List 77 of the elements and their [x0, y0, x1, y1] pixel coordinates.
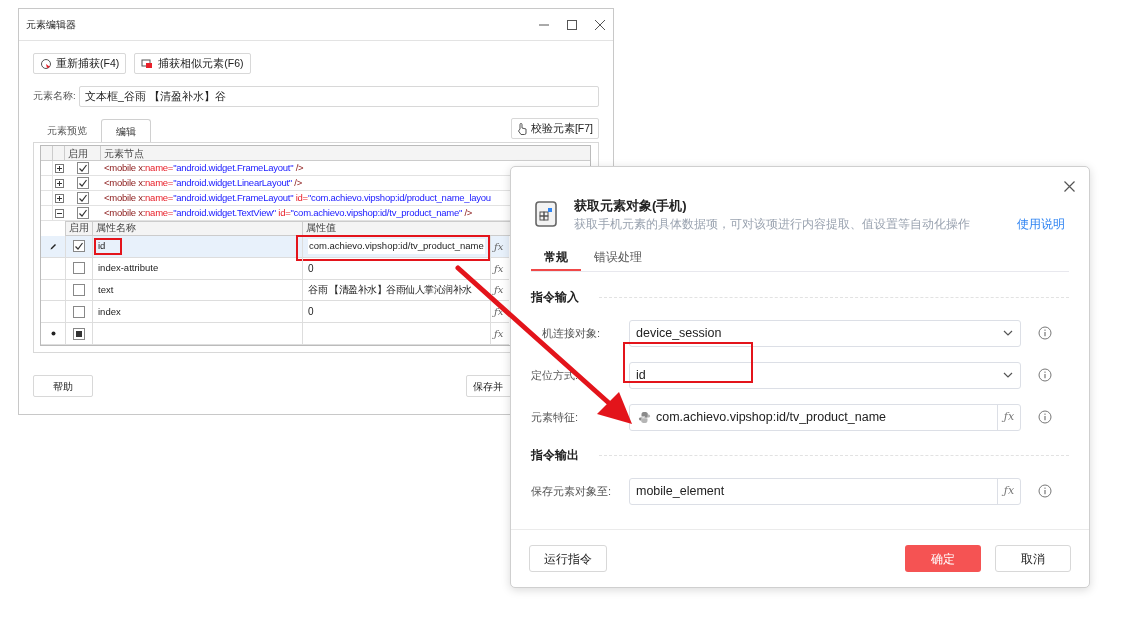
function-button[interactable]: ƒx: [494, 326, 504, 342]
checkbox[interactable]: [73, 262, 85, 275]
code-language-icon: [638, 410, 651, 424]
function-button[interactable]: ƒx: [494, 238, 504, 254]
field-label: 保存元素对象至:: [531, 483, 612, 499]
verify-button[interactable]: 校验元素[F7]: [510, 118, 599, 139]
function-button[interactable]: ƒx: [494, 260, 504, 276]
expand-icon[interactable]: [54, 193, 64, 203]
table-row[interactable]: ƒx: [41, 323, 509, 345]
function-button[interactable]: ƒx: [494, 304, 504, 320]
close-icon[interactable]: [1064, 181, 1075, 192]
cancel-button[interactable]: 取消: [995, 545, 1071, 572]
target-icon: [40, 57, 52, 70]
attribute-name: text: [98, 282, 114, 297]
toolbar-button[interactable]: 捕获相似元素(F6): [134, 53, 251, 74]
node-cell[interactable]: <mobile x:name="android.widget.FrameLayout" />: [101, 160, 304, 176]
checkbox[interactable]: [73, 284, 85, 296]
element-name-field[interactable]: 文本框_谷雨 【清盈补水】谷: [79, 86, 599, 107]
attribute-name: id: [98, 239, 106, 254]
attribute-value[interactable]: com.achievo.vipshop:id/tv_product_name: [308, 239, 485, 254]
column-header: 启用: [65, 146, 101, 160]
pencil-icon: [49, 242, 57, 250]
select-field[interactable]: id: [629, 361, 1021, 389]
function-button[interactable]: ƒx: [494, 282, 504, 298]
section-title: 指令输出: [531, 447, 579, 464]
column-header: 启用: [65, 221, 93, 236]
info-icon[interactable]: [1038, 410, 1052, 424]
close-icon[interactable]: [595, 19, 605, 30]
field-label: 元素特征:: [531, 409, 579, 425]
attribute-name: index: [98, 304, 121, 319]
attribute-value[interactable]: 谷雨 【清盈补水】谷雨仙人掌沁润补水: [308, 282, 472, 298]
tab[interactable]: 编辑: [101, 119, 151, 142]
checkbox[interactable]: [77, 192, 89, 204]
expand-icon[interactable]: [54, 178, 64, 188]
table-row[interactable]: index 0 ƒx: [41, 301, 509, 324]
help-link[interactable]: 使用说明: [1017, 215, 1065, 233]
help-button[interactable]: 帮助: [33, 375, 93, 397]
attribute-value[interactable]: 0: [308, 304, 314, 320]
table-row[interactable]: id com.achievo.vipshop:id/tv_product_name ƒx: [41, 236, 509, 258]
hand-pointer-icon: [516, 122, 528, 135]
checkbox[interactable]: [73, 327, 85, 340]
toolbar-button[interactable]: 重新捕获(F4): [33, 53, 127, 74]
field-label: 机连接对象:: [542, 325, 601, 341]
tab[interactable]: 常规: [531, 245, 581, 271]
attribute-name: index-attribute: [98, 261, 159, 276]
asterisk-icon: [50, 331, 56, 337]
window-title: 元素编辑器: [26, 18, 76, 32]
run-button[interactable]: 运行指令: [529, 545, 607, 572]
column-header: 元素节点: [103, 147, 145, 160]
capture-icon: [141, 57, 155, 70]
section-title: 指令输入: [531, 289, 579, 306]
element-icon: [535, 201, 557, 227]
info-icon[interactable]: [1038, 326, 1052, 340]
info-icon[interactable]: [1038, 484, 1052, 498]
tab[interactable]: 元素预览: [33, 119, 101, 142]
checkbox[interactable]: [73, 305, 85, 318]
function-button[interactable]: ƒx: [997, 404, 1020, 430]
info-icon[interactable]: [1038, 368, 1052, 382]
select-field[interactable]: device_session: [629, 319, 1021, 347]
attribute-value[interactable]: 0: [308, 260, 314, 276]
collapse-icon[interactable]: [54, 208, 64, 218]
checkbox[interactable]: [77, 207, 89, 219]
maximize-icon[interactable]: [567, 19, 577, 30]
node-cell[interactable]: <mobile x:name="android.widget.TextView" id="com.achievo.vipshop:id/tv_product_name" />: [101, 205, 473, 221]
node-cell[interactable]: <mobile x:name="android.widget.LinearLayout" />: [101, 175, 303, 191]
checkbox[interactable]: [73, 240, 85, 253]
variable-field[interactable]: mobile_element ƒx: [629, 477, 1021, 505]
checkbox[interactable]: [77, 177, 89, 189]
checkbox[interactable]: [77, 162, 89, 174]
dialog-title: 获取元素对象(手机): [574, 197, 688, 215]
node-cell[interactable]: <mobile x:name="android.widget.FrameLayout" id="com.achievo.vipshop:id/product_name_layou: [101, 190, 491, 206]
field-label: 元素名称:: [33, 89, 77, 104]
expression-field[interactable]: com.achievo.vipshop:id/tv_product_name ƒx: [629, 403, 1021, 431]
function-button[interactable]: ƒx: [997, 478, 1020, 504]
column-header: 属性名称: [93, 221, 303, 236]
tab[interactable]: 错误处理: [581, 245, 655, 271]
expand-icon[interactable]: [54, 163, 64, 173]
